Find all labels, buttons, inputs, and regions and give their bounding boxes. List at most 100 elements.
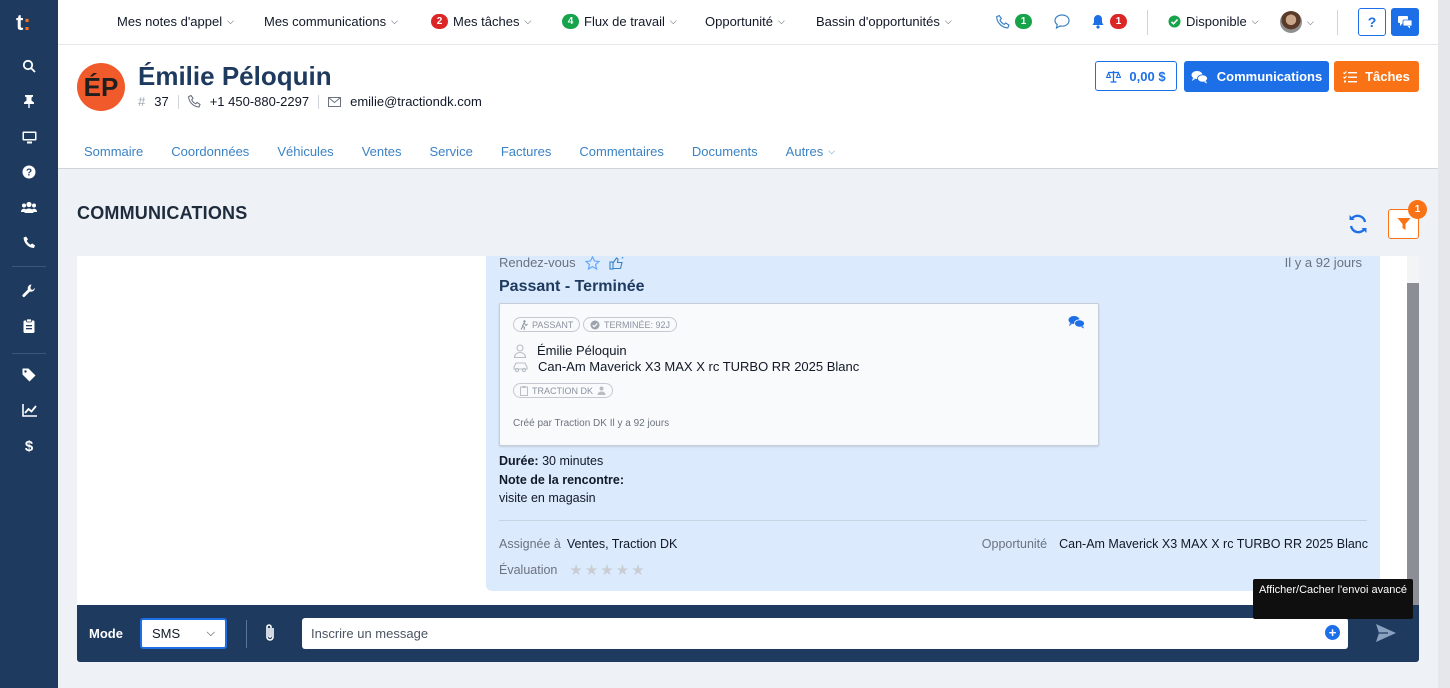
assigned-value[interactable]: Ventes, Traction DK bbox=[567, 537, 677, 551]
phone-icon[interactable] bbox=[19, 232, 39, 252]
communication-entry: Rendez-vous Il y a 92 jours Passant - Te… bbox=[486, 256, 1380, 591]
phone-icon bbox=[996, 14, 1010, 29]
pin-icon[interactable] bbox=[19, 91, 39, 111]
tab-summary[interactable]: Sommaire bbox=[84, 144, 143, 159]
balance-button[interactable]: 0,00 $ bbox=[1095, 61, 1177, 91]
section-title: COMMUNICATIONS bbox=[77, 203, 248, 223]
thumbs-up-icon[interactable] bbox=[609, 256, 625, 270]
tab-comments[interactable]: Commentaires bbox=[579, 144, 664, 159]
client-email[interactable]: emilie@tractiondk.com bbox=[350, 94, 482, 109]
advanced-send-toggle[interactable]: + bbox=[1325, 625, 1340, 640]
monitor-icon[interactable] bbox=[19, 127, 39, 147]
chevron-down-icon: ⌵ bbox=[524, 16, 532, 26]
chevron-down-icon: ⌵ bbox=[944, 16, 952, 26]
star-outline-icon[interactable] bbox=[584, 256, 600, 270]
communications-button[interactable]: Communications bbox=[1184, 61, 1329, 92]
nav-communications[interactable]: Mes communications ⌵ bbox=[264, 14, 398, 29]
chart-icon[interactable] bbox=[19, 400, 39, 420]
calls-badge: 1 bbox=[1015, 14, 1032, 29]
star-icon[interactable]: ★ bbox=[631, 561, 644, 579]
check-circle-icon bbox=[590, 320, 600, 329]
paperclip-icon[interactable] bbox=[264, 623, 276, 646]
scale-icon bbox=[1106, 70, 1122, 83]
tab-documents[interactable]: Documents bbox=[692, 144, 758, 159]
star-icon[interactable]: ★ bbox=[585, 561, 598, 579]
tasks-badge: 2 bbox=[431, 14, 448, 29]
walking-icon bbox=[520, 319, 528, 330]
tab-vehicles[interactable]: Véhicules bbox=[277, 144, 333, 159]
app-logo[interactable]: t: bbox=[16, 10, 42, 36]
mode-label: Mode bbox=[89, 626, 123, 641]
chat-bubble-icon[interactable] bbox=[1054, 14, 1070, 29]
dollar-icon[interactable]: $ bbox=[19, 436, 39, 456]
mode-select[interactable]: SMS ⌵ bbox=[140, 618, 227, 649]
sidebar-divider bbox=[12, 353, 46, 354]
tab-service[interactable]: Service bbox=[429, 144, 472, 159]
client-phone[interactable]: +1 450-880-2297 bbox=[210, 94, 309, 109]
rating-stars[interactable]: ★ ★ ★ ★ ★ bbox=[569, 561, 644, 579]
user-menu[interactable]: ⌵ bbox=[1280, 11, 1314, 33]
help-icon[interactable]: ? bbox=[19, 162, 39, 182]
tasks-button[interactable]: Tâches bbox=[1334, 61, 1419, 92]
status-dropdown[interactable]: Disponible ⌵ bbox=[1168, 14, 1259, 29]
refresh-icon[interactable] bbox=[1346, 212, 1370, 236]
entry-type: Rendez-vous bbox=[499, 256, 625, 270]
user-icon bbox=[597, 386, 606, 395]
chevron-down-icon: ⌵ bbox=[777, 16, 785, 26]
comments-icon bbox=[1191, 70, 1208, 83]
meta-divider bbox=[318, 94, 320, 109]
client-meta: # 37 +1 450-880-2297 emilie@tractiondk.c… bbox=[138, 94, 482, 109]
card-vehicle[interactable]: Can-Am Maverick X3 MAX X rc TURBO RR 202… bbox=[538, 359, 859, 374]
client-name: Émilie Péloquin bbox=[138, 61, 332, 91]
live-chat-button[interactable] bbox=[1391, 8, 1419, 36]
users-icon[interactable] bbox=[19, 197, 39, 217]
search-icon[interactable] bbox=[19, 56, 39, 76]
window-edge bbox=[1438, 0, 1450, 688]
chevron-down-icon: ⌵ bbox=[206, 627, 215, 639]
clipboard-icon[interactable] bbox=[19, 316, 39, 336]
nav-call-notes[interactable]: Mes notes d'appel ⌵ bbox=[117, 14, 234, 29]
send-icon bbox=[1376, 624, 1396, 642]
check-circle-icon bbox=[1168, 15, 1181, 28]
client-tabs: Sommaire Coordonnées Véhicules Ventes Se… bbox=[84, 144, 863, 159]
star-icon[interactable]: ★ bbox=[616, 561, 629, 579]
car-icon bbox=[513, 361, 528, 372]
bell-icon bbox=[1092, 15, 1104, 29]
rating-row: Évaluation ★ ★ ★ ★ ★ bbox=[499, 561, 645, 579]
wrench-icon[interactable] bbox=[19, 281, 39, 301]
meta-divider bbox=[177, 94, 179, 109]
tag-icon[interactable] bbox=[19, 365, 39, 385]
scrollbar-thumb[interactable] bbox=[1407, 283, 1419, 606]
tab-others[interactable]: Autres ⌵ bbox=[786, 144, 835, 159]
communications-panel: Rendez-vous Il y a 92 jours Passant - Te… bbox=[77, 256, 1419, 606]
phone-icon bbox=[187, 95, 201, 108]
star-icon[interactable]: ★ bbox=[600, 561, 613, 579]
nav-tasks[interactable]: 2 Mes tâches ⌵ bbox=[431, 14, 531, 29]
nav-workflow[interactable]: 4 Flux de travail ⌵ bbox=[562, 14, 677, 29]
send-button[interactable] bbox=[1375, 623, 1397, 646]
message-input[interactable] bbox=[302, 618, 1348, 649]
tab-invoices[interactable]: Factures bbox=[501, 144, 552, 159]
tab-contact-info[interactable]: Coordonnées bbox=[171, 144, 249, 159]
notifications-badge: 1 bbox=[1110, 14, 1127, 29]
card-contact-name[interactable]: Émilie Péloquin bbox=[537, 343, 627, 358]
tab-sales[interactable]: Ventes bbox=[362, 144, 402, 159]
nav-divider bbox=[1337, 10, 1338, 35]
nav-divider bbox=[1147, 10, 1148, 35]
meeting-note-value: visite en magasin bbox=[499, 491, 596, 505]
appointment-card: PASSANT TERMINÉE: 92J Émilie Péloquin Ca… bbox=[499, 303, 1099, 446]
star-icon[interactable]: ★ bbox=[569, 561, 582, 579]
comments-icon[interactable] bbox=[1068, 315, 1085, 332]
chevron-down-icon: ⌵ bbox=[1307, 16, 1314, 27]
nav-opportunity-pool[interactable]: Bassin d'opportunités ⌵ bbox=[816, 14, 952, 29]
status-pill: TERMINÉE: 92J bbox=[583, 317, 678, 332]
entry-title: Passant - Terminée bbox=[499, 278, 645, 295]
chevron-down-icon: ⌵ bbox=[828, 146, 836, 156]
panel-scrollbar[interactable] bbox=[1407, 256, 1419, 606]
nav-opportunity[interactable]: Opportunité ⌵ bbox=[705, 14, 785, 29]
opportunity-value[interactable]: Can-Am Maverick X3 MAX X rc TURBO RR 202… bbox=[1059, 537, 1368, 551]
notifications-button[interactable]: 1 bbox=[1091, 14, 1127, 29]
help-button[interactable]: ? bbox=[1358, 8, 1386, 36]
calls-button[interactable]: 1 bbox=[996, 14, 1032, 29]
tasks-icon bbox=[1343, 70, 1358, 82]
